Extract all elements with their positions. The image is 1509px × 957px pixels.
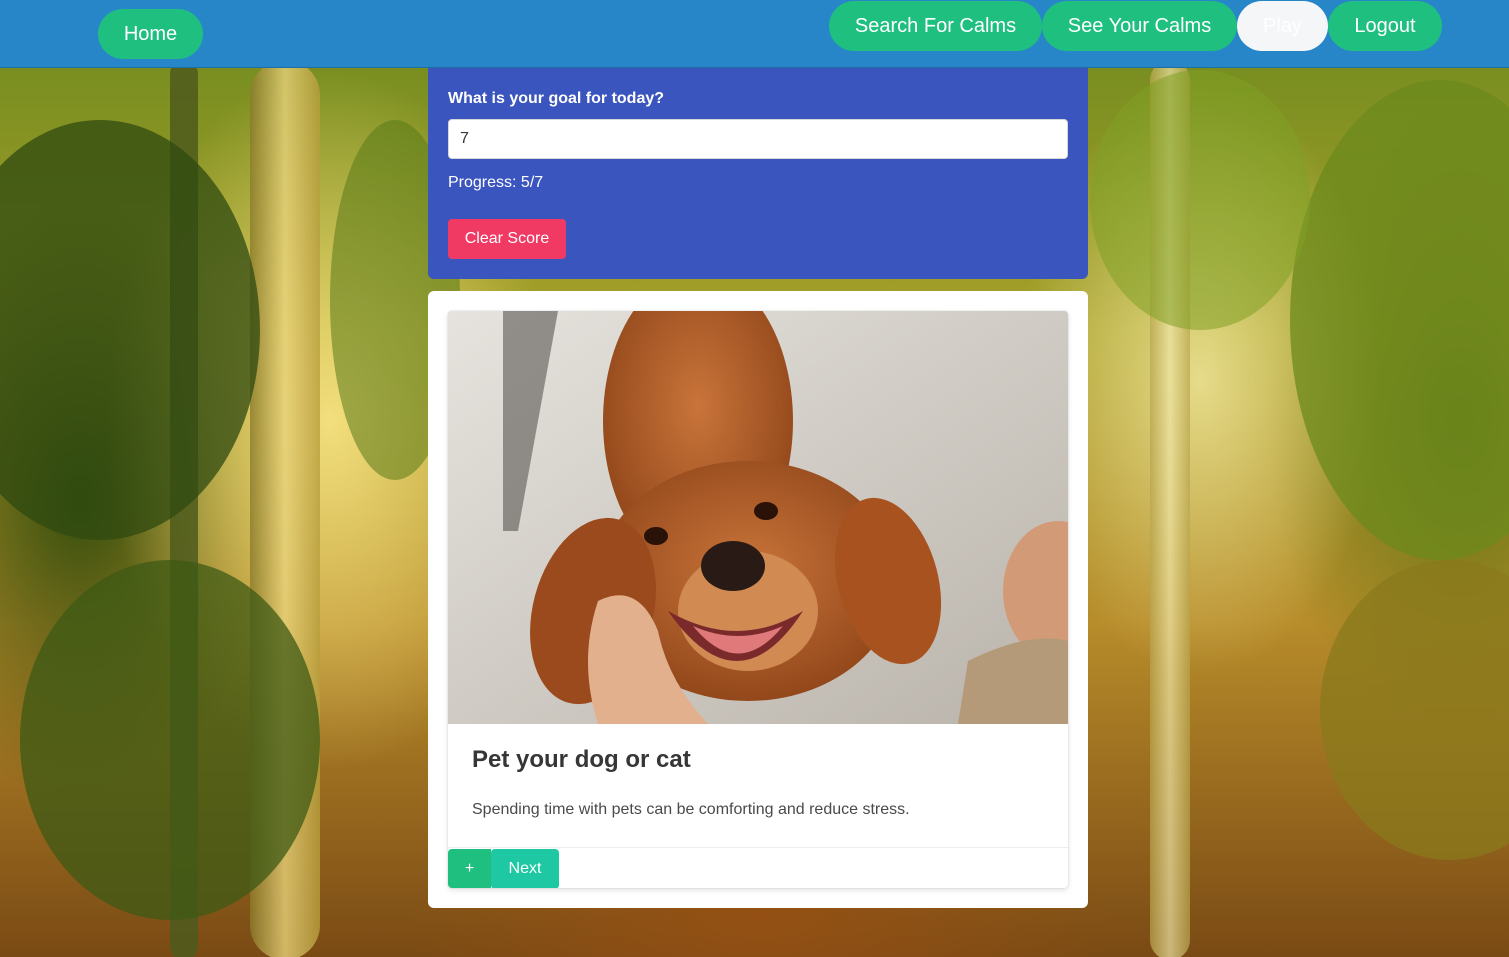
- card-container: Pet your dog or cat Spending time with p…: [428, 291, 1088, 908]
- add-point-button[interactable]: +: [448, 849, 491, 888]
- top-navbar: Home Search For Calms See Your Calms Pla…: [0, 0, 1509, 68]
- progress-text: Progress: 5/7: [448, 174, 544, 191]
- goal-input[interactable]: [448, 119, 1068, 159]
- page: Home Search For Calms See Your Calms Pla…: [0, 0, 1509, 957]
- next-button[interactable]: Next: [491, 849, 559, 888]
- calm-card-description: Spending time with pets can be comfortin…: [472, 801, 910, 818]
- nav-see-calms-button[interactable]: See Your Calms: [1042, 1, 1237, 51]
- calm-card: Pet your dog or cat Spending time with p…: [448, 311, 1068, 888]
- calm-card-image: [448, 311, 1068, 724]
- clear-score-button[interactable]: Clear Score: [448, 219, 566, 259]
- nav-play-button[interactable]: Play: [1237, 1, 1328, 51]
- nav-logout-button[interactable]: Logout: [1328, 1, 1442, 51]
- nav-search-calms-button[interactable]: Search For Calms: [829, 1, 1042, 51]
- calm-card-title: Pet your dog or cat: [472, 746, 691, 773]
- goal-label: What is your goal for today?: [448, 90, 665, 107]
- goal-panel: What is your goal for today? Progress: 5…: [428, 67, 1088, 279]
- nav-home-button[interactable]: Home: [98, 9, 203, 59]
- calm-card-footer: + Next: [448, 847, 1068, 888]
